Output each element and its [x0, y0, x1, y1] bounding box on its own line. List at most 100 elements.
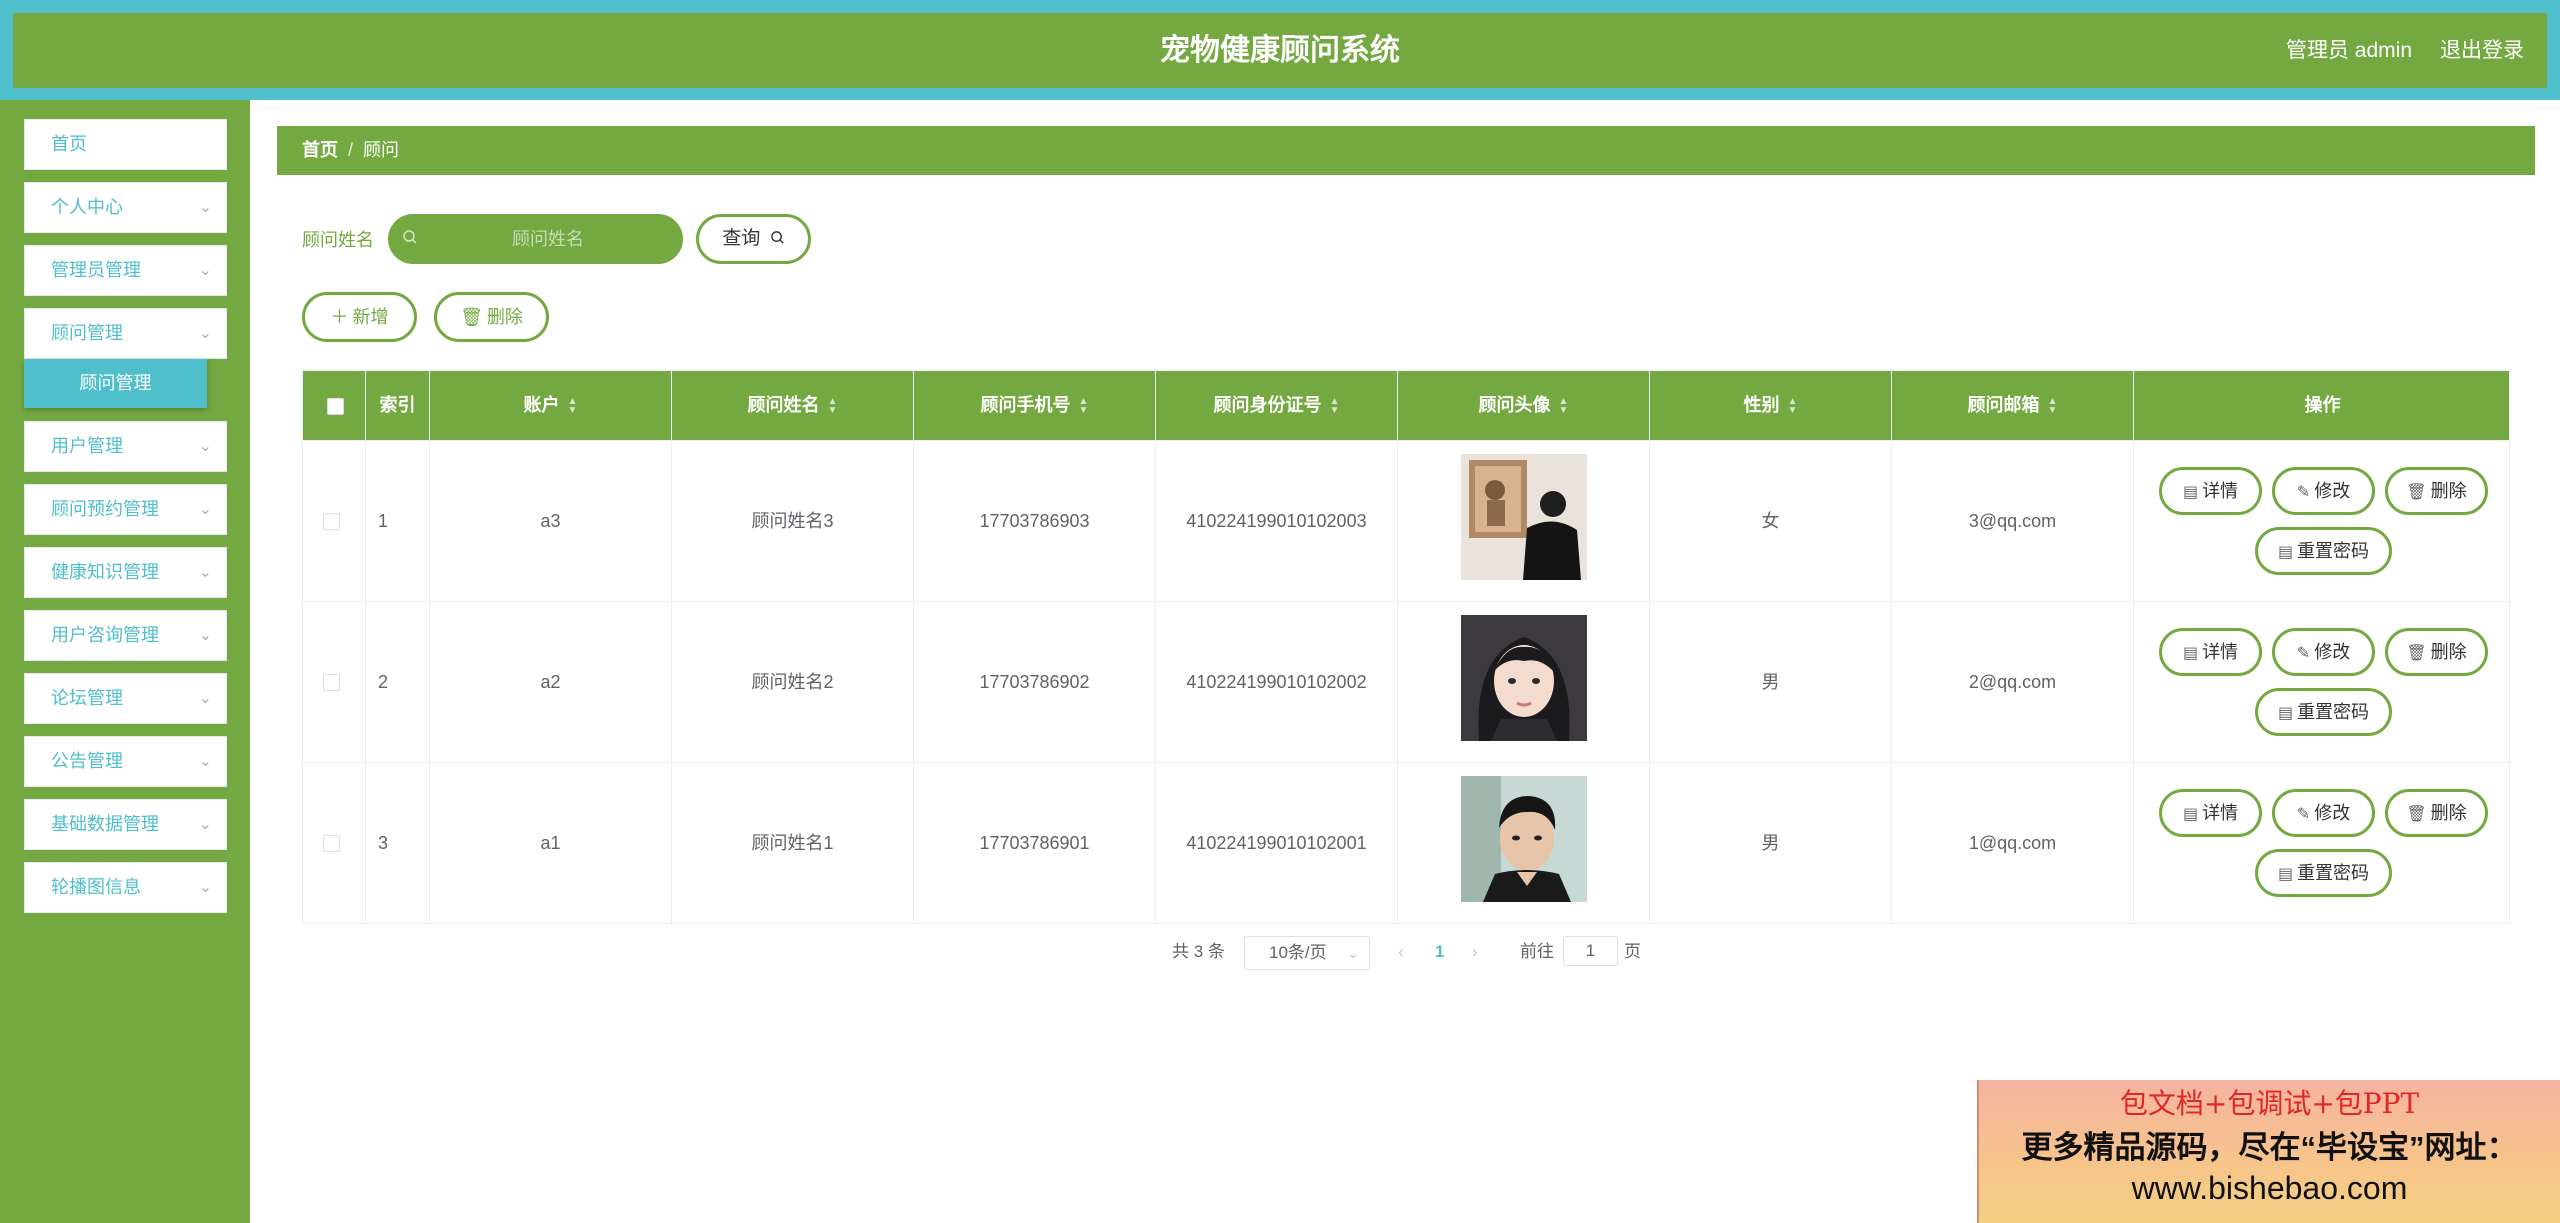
- chevron-down-icon: ⌄: [198, 262, 212, 279]
- sidebar-item-base-data-manage[interactable]: 基础数据管理 ⌄: [24, 799, 227, 850]
- sidebar-item-label: 用户咨询管理: [51, 625, 159, 645]
- breadcrumb-current: 顾问: [363, 140, 400, 160]
- cell-avatar: [1398, 763, 1650, 923]
- col-name[interactable]: 顾问姓名 ▲ ▼: [672, 371, 914, 440]
- document-icon: ▤: [2182, 645, 2199, 662]
- col-account[interactable]: 账户 ▲ ▼: [430, 371, 672, 440]
- chevron-down-icon: ⌄: [198, 325, 212, 342]
- detail-button[interactable]: ▤ 详情: [2159, 628, 2262, 676]
- prev-page-button[interactable]: ‹: [1398, 936, 1404, 968]
- sort-icon: ▲ ▼: [1558, 396, 1569, 417]
- batch-delete-button-label: 删除: [486, 307, 523, 327]
- cell-select: [303, 763, 366, 923]
- cell-name: 顾问姓名1: [672, 763, 914, 923]
- col-index: 索引: [366, 371, 430, 440]
- chevron-down-icon: ⌄: [198, 438, 212, 455]
- trash-icon: 🗑: [2406, 645, 2427, 662]
- reset-password-button-label: 重置密码: [2297, 541, 2370, 561]
- sidebar-item-consultation-manage[interactable]: 用户咨询管理 ⌄: [24, 610, 227, 661]
- watermark-line-1: 包文档+包调试+包PPT: [2119, 1087, 2420, 1120]
- logout-link[interactable]: 退出登录: [2440, 13, 2524, 88]
- reset-password-button[interactable]: ▤ 重置密码: [2255, 849, 2392, 897]
- breadcrumb: 首页 / 顾问: [277, 126, 2535, 175]
- sort-icon: ▲ ▼: [567, 396, 578, 417]
- trash-icon: 🗑: [2406, 806, 2427, 823]
- sidebar-item-notice-manage[interactable]: 公告管理 ⌄: [24, 736, 227, 787]
- current-user: 管理员 admin: [2285, 39, 2412, 62]
- chevron-down-icon: ⌄: [198, 501, 212, 518]
- sort-icon: ▲ ▼: [2047, 396, 2058, 417]
- delete-button[interactable]: 🗑 删除: [2385, 789, 2488, 837]
- chevron-down-icon: ⌄: [198, 199, 212, 216]
- chevron-down-icon: ⌄: [198, 627, 212, 644]
- next-page-button[interactable]: ›: [1472, 936, 1478, 968]
- breadcrumb-home[interactable]: 首页: [302, 140, 338, 160]
- col-gender[interactable]: 性别 ▲ ▼: [1650, 371, 1892, 440]
- row-checkbox[interactable]: [323, 513, 340, 530]
- sidebar-item-admin-manage[interactable]: 管理员管理 ⌄: [24, 245, 227, 296]
- table-row: 1 a3 顾问姓名3 17703786903 410224199010102003 女 3@…: [303, 440, 2509, 601]
- document-icon: ▤: [2182, 484, 2199, 501]
- col-id-card[interactable]: 顾问身份证号 ▲ ▼: [1156, 371, 1398, 440]
- cell-gender: 男: [1650, 602, 1892, 762]
- edit-button[interactable]: ✎ 修改: [2272, 628, 2375, 676]
- col-email-label: 顾问邮箱: [1967, 395, 2040, 415]
- detail-button[interactable]: ▤ 详情: [2159, 789, 2262, 837]
- cell-actions: ▤ 详情 ✎ 修改 🗑 删除 ▤ 重置密码: [2134, 763, 2511, 923]
- detail-button-label: 详情: [2202, 803, 2239, 823]
- document-icon: ▤: [2277, 705, 2294, 722]
- cell-email: 3@qq.com: [1892, 441, 2134, 601]
- sidebar-item-carousel-info[interactable]: 轮播图信息 ⌄: [24, 862, 227, 913]
- goto-page-input[interactable]: [1563, 936, 1618, 966]
- reset-password-button-label: 重置密码: [2297, 702, 2370, 722]
- sidebar-item-user-manage[interactable]: 用户管理 ⌄: [24, 421, 227, 472]
- goto-label: 前往: [1520, 942, 1554, 961]
- top-header: 宠物健康顾问系统 管理员 admin 退出登录: [0, 0, 2560, 100]
- page-number-1[interactable]: 1: [1435, 936, 1444, 968]
- document-icon: ▤: [2182, 806, 2199, 823]
- query-button[interactable]: 查询: [696, 214, 811, 264]
- sidebar-item-home[interactable]: 首页: [24, 119, 227, 170]
- add-button[interactable]: ＋新增: [302, 292, 417, 342]
- search-input[interactable]: [428, 214, 668, 264]
- cell-avatar: [1398, 441, 1650, 601]
- edit-button-label: 修改: [2314, 642, 2351, 662]
- page-unit-label: 页: [1624, 942, 1641, 961]
- cell-id-card: 410224199010102003: [1156, 441, 1398, 601]
- table-body: 1 a3 顾问姓名3 17703786903 410224199010102003 女 3@…: [303, 440, 2509, 923]
- edit-button[interactable]: ✎ 修改: [2272, 789, 2375, 837]
- reset-password-button[interactable]: ▤ 重置密码: [2255, 527, 2392, 575]
- reset-password-button[interactable]: ▤ 重置密码: [2255, 688, 2392, 736]
- sidebar-item-label: 管理员管理: [51, 260, 141, 280]
- cell-index: 3: [366, 763, 430, 923]
- row-checkbox[interactable]: [323, 835, 340, 852]
- col-avatar[interactable]: 顾问头像 ▲ ▼: [1398, 371, 1650, 440]
- sidebar-item-forum-manage[interactable]: 论坛管理 ⌄: [24, 673, 227, 724]
- batch-delete-button[interactable]: 🗑 删除: [434, 292, 549, 342]
- row-checkbox[interactable]: [323, 674, 340, 691]
- detail-button[interactable]: ▤ 详情: [2159, 467, 2262, 515]
- sidebar-item-appointment-manage[interactable]: 顾问预约管理 ⌄: [24, 484, 227, 535]
- sidebar-item-health-knowledge-manage[interactable]: 健康知识管理 ⌄: [24, 547, 227, 598]
- cell-email: 2@qq.com: [1892, 602, 2134, 762]
- breadcrumb-separator: /: [348, 140, 354, 160]
- page-size-select[interactable]: 10条/页 ⌄: [1244, 936, 1370, 970]
- cell-index: 2: [366, 602, 430, 762]
- select-all-checkbox[interactable]: [327, 398, 344, 415]
- submenu-item-advisor-manage[interactable]: 顾问管理: [24, 359, 207, 408]
- col-account-label: 账户: [523, 395, 560, 415]
- cell-account: a3: [430, 441, 672, 601]
- col-phone[interactable]: 顾问手机号 ▲ ▼: [914, 371, 1156, 440]
- delete-button-label: 删除: [2430, 642, 2467, 662]
- col-avatar-label: 顾问头像: [1478, 395, 1551, 415]
- delete-button[interactable]: 🗑 删除: [2385, 467, 2488, 515]
- pencil-icon: ✎: [2296, 645, 2311, 662]
- delete-button[interactable]: 🗑 删除: [2385, 628, 2488, 676]
- cell-gender: 男: [1650, 763, 1892, 923]
- reset-password-button-label: 重置密码: [2297, 863, 2370, 883]
- edit-button[interactable]: ✎ 修改: [2272, 467, 2375, 515]
- trash-icon: 🗑: [460, 307, 483, 327]
- sidebar-item-advisor-manage[interactable]: 顾问管理 ⌄: [24, 308, 227, 359]
- col-email[interactable]: 顾问邮箱 ▲ ▼: [1892, 371, 2134, 440]
- sidebar-item-personal-center[interactable]: 个人中心 ⌄: [24, 182, 227, 233]
